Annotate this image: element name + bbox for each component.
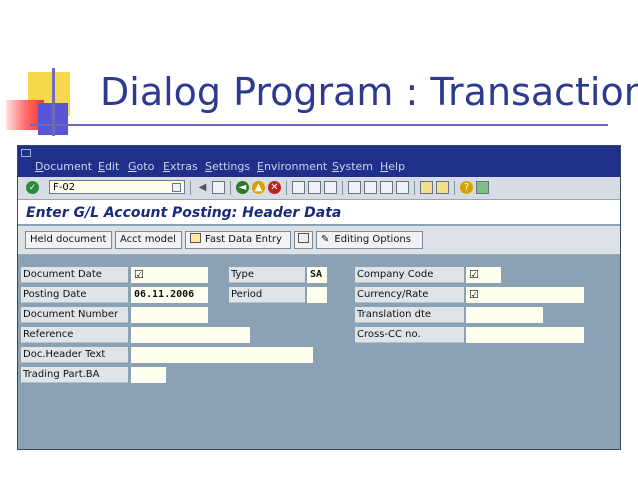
floppy-save-icon[interactable] <box>212 181 225 194</box>
back-triangle-icon[interactable]: ◀ <box>196 181 209 194</box>
menu-environment[interactable]: Environment <box>257 160 327 173</box>
period-field[interactable] <box>307 287 327 303</box>
menu-help[interactable]: Help <box>380 160 405 173</box>
doc-header-text-label: Doc.Header Text <box>21 347 128 363</box>
cross-cc-no-label: Cross-CC no. <box>355 327 464 343</box>
cross-cc-no-field[interactable] <box>466 327 584 343</box>
menu-bar: Document Edit Goto Extras Settings Envir… <box>18 146 620 177</box>
enter-icon[interactable]: ✓ <box>26 181 39 194</box>
application-toolbar: Held document Acct model Fast Data Entry… <box>18 226 620 255</box>
create-session-icon[interactable] <box>420 181 433 194</box>
currency-rate-label: Currency/Rate <box>355 287 464 303</box>
held-document-button[interactable]: Held document <box>25 231 112 249</box>
previous-page-icon[interactable] <box>364 181 377 194</box>
cancel-icon[interactable]: ✕ <box>268 181 281 194</box>
company-code-field[interactable]: ☑ <box>466 267 501 283</box>
editing-options-button[interactable]: ✎ Editing Options <box>316 231 423 249</box>
menu-goto[interactable]: Goto <box>128 160 154 173</box>
sap-window: Document Edit Goto Extras Settings Envir… <box>17 145 621 450</box>
period-label: Period <box>229 287 305 303</box>
fast-data-entry-button[interactable]: Fast Data Entry <box>185 231 291 249</box>
menu-document[interactable]: Document <box>35 160 92 173</box>
translation-dte-label: Translation dte <box>355 307 464 323</box>
menu-extras[interactable]: Extras <box>163 160 198 173</box>
copy-icon[interactable] <box>294 231 313 249</box>
slide-title: Dialog Program : Transaction <box>100 70 638 114</box>
command-field[interactable]: F-02 <box>49 180 185 194</box>
menu-edit[interactable]: Edit <box>98 160 119 173</box>
last-page-icon[interactable] <box>396 181 409 194</box>
type-label: Type <box>229 267 305 283</box>
find-next-icon[interactable] <box>324 181 337 194</box>
next-page-icon[interactable] <box>380 181 393 194</box>
currency-rate-field[interactable]: ☑ <box>466 287 584 303</box>
find-icon[interactable] <box>308 181 321 194</box>
first-page-icon[interactable] <box>348 181 361 194</box>
screen-title-bar: Enter G/L Account Posting: Header Data <box>18 200 620 224</box>
posting-date-label: Posting Date <box>21 287 128 303</box>
exit-icon[interactable]: ▲ <box>252 181 265 194</box>
document-number-label: Document Number <box>21 307 128 323</box>
fast-entry-icon <box>190 233 201 243</box>
standard-toolbar: ✓ F-02 ◀ ◄ ▲ ✕ ? <box>18 177 620 200</box>
menu-system[interactable]: System <box>332 160 373 173</box>
screen-title: Enter G/L Account Posting: Header Data <box>26 205 342 221</box>
decor-horizontal-line <box>30 124 608 126</box>
window-menu-icon[interactable] <box>21 149 31 157</box>
trading-part-ba-field[interactable] <box>131 367 166 383</box>
company-code-label: Company Code <box>355 267 464 283</box>
menu-settings[interactable]: Settings <box>205 160 250 173</box>
document-date-field[interactable]: ☑ <box>131 267 208 283</box>
reference-field[interactable] <box>131 327 250 343</box>
save-icon[interactable] <box>172 183 181 192</box>
doc-header-text-field[interactable] <box>131 347 313 363</box>
back-icon[interactable]: ◄ <box>236 181 249 194</box>
translation-dte-field[interactable] <box>466 307 543 323</box>
help-icon[interactable]: ? <box>460 181 473 194</box>
document-number-field[interactable] <box>131 307 208 323</box>
pencil-icon: ✎ <box>321 234 330 245</box>
trading-part-ba-label: Trading Part.BA <box>21 367 128 383</box>
type-field[interactable]: SA <box>307 267 327 283</box>
document-date-label: Document Date <box>21 267 128 283</box>
layout-menu-icon[interactable] <box>476 181 489 194</box>
posting-date-field[interactable]: 06.11.2006 <box>131 287 208 303</box>
shortcut-icon[interactable] <box>436 181 449 194</box>
reference-label: Reference <box>21 327 128 343</box>
acct-model-button[interactable]: Acct model <box>115 231 182 249</box>
print-icon[interactable] <box>292 181 305 194</box>
